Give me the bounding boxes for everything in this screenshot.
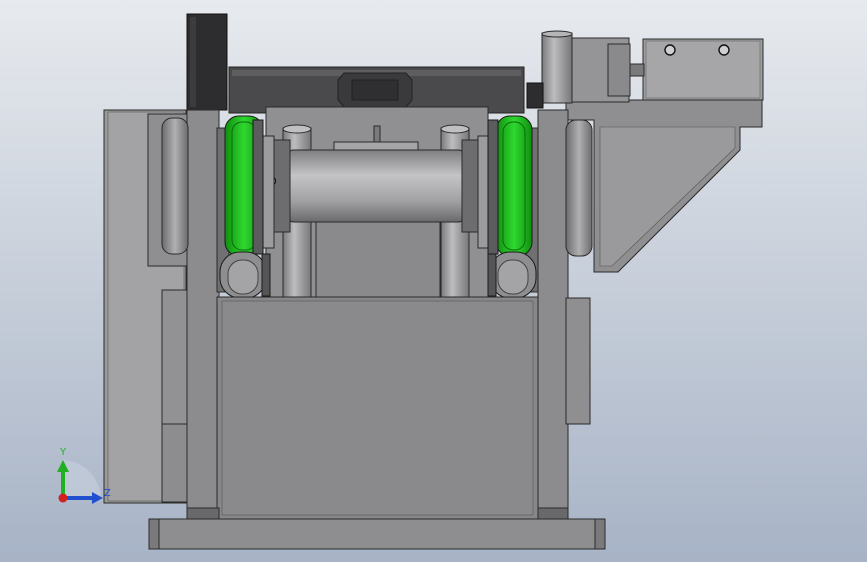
top-handle-block [186, 13, 228, 111]
lower-frame-box [216, 296, 539, 520]
z-axis-label: Z [104, 488, 111, 499]
axis-origin-icon [58, 493, 68, 503]
top-beam [228, 66, 525, 114]
left-drive-pulley [224, 115, 264, 257]
mount-hole-icon [718, 44, 730, 56]
right-drive-pulley [487, 115, 533, 257]
cad-viewport[interactable]: Y Z [0, 0, 867, 562]
left-tensioner-arm [219, 251, 271, 299]
mount-hole-icon [664, 44, 676, 56]
assembly-view: Y Z [0, 0, 867, 562]
main-roller [265, 139, 485, 233]
y-axis-label: Y [59, 447, 67, 458]
right-tensioner-arm [487, 251, 537, 299]
